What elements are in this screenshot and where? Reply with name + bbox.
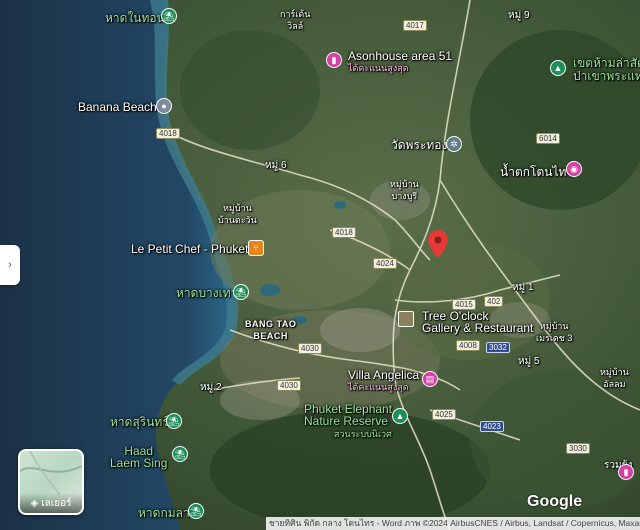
label-moo-ban-3: หมู่บ้าน เมรเดช 3 [536,321,573,343]
camera-icon[interactable]: ◉ [566,161,582,177]
beach-icon-kamala[interactable]: ⛱ [188,503,204,519]
road-shield-4018b: 4018 [332,227,356,238]
fork-knife-icon[interactable]: ⑂ [248,240,264,256]
label-villa-angelica[interactable]: Villa Angelica [348,369,419,381]
beach-icon-bang-tao[interactable]: ⛱ [233,284,249,300]
label-moo-9: หมู่ 9 [508,10,530,21]
google-logo: Google [527,493,583,510]
side-panel-toggle[interactable]: › [0,245,20,285]
location-pin-icon[interactable] [428,230,448,258]
label-le-petit-chef[interactable]: Le Petit Chef - Phuket [131,243,248,255]
label-tree-oclock[interactable]: Tree O'clock Gallery & Restaurant [422,310,533,334]
label-had-nai-thon[interactable]: หาดในทอน [105,12,165,24]
label-haad-laem-sing[interactable]: Haad Laem Sing [110,445,167,469]
label-asonhouse[interactable]: Asonhouse area 51 [348,50,452,62]
map-view[interactable]: หาดในทอน ⛱ Banana Beach ● การ์เด้น วิลล์… [0,0,640,530]
hotel-icon[interactable]: ▤ [422,371,438,387]
chevron-right-icon: › [8,259,12,271]
label-phuket-elephant[interactable]: Phuket Elephant Nature Reserve [304,403,392,427]
label-bang-tao-beach: BANG TAO BEACH [245,319,297,341]
label-moo-ban-tawan: หมู่บ้าน บ้านตะวัน [218,203,257,225]
road-shield-3030: 3030 [566,443,590,454]
shopping-icon[interactable]: ▮ [326,52,342,68]
road-shield-4015: 4015 [452,299,476,310]
beach-icon[interactable]: ⛱ [161,8,177,24]
road-shield-4023: 4023 [480,421,504,432]
road-shield-4030b: 4030 [277,380,301,391]
label-elephant-sub: สวนระบบนิเวศ [334,429,392,439]
label-moo-6: หมู่ 6 [265,160,287,171]
road-shield-4017: 4017 [403,20,427,31]
label-had-surin[interactable]: หาดสุรินทร์ [110,416,169,428]
layers-thumbnail [20,451,82,495]
label-moo-5: หมู่ 5 [518,356,540,367]
label-moo-2: หมู่ 2 [200,382,222,393]
beach-icon-surin[interactable]: ⛱ [166,413,182,429]
label-moo-ban-bang-buri: หมู่บ้าน บางบูรี [390,179,419,201]
road-shield-402: 402 [484,296,504,307]
tree-icon-elephant[interactable]: ▲ [392,408,408,424]
label-garden-ville[interactable]: การ์เด้น วิลล์ [280,8,310,32]
road-shield-4025: 4025 [432,409,456,420]
road-shield-4008: 4008 [456,340,480,351]
place-icon[interactable]: ● [156,98,172,114]
road-shield-4018: 4018 [156,128,180,139]
layers-icon: ◈ [30,497,39,509]
label-had-kamala[interactable]: หาดกมลา [138,507,190,519]
shopping-icon-right[interactable]: ▮ [618,464,634,480]
label-asonhouse-rating: ได้คะแนนสูงสุด [348,63,409,73]
label-moo-1: หมู่ 1 [512,282,534,293]
road-shield-6014: 6014 [536,133,560,144]
layers-label: เลเยอร์ [41,497,72,509]
label-wat-phra-thong[interactable]: วัดพระทอง [391,139,447,151]
gallery-icon[interactable] [398,311,414,327]
temple-icon[interactable]: ✲ [446,136,462,152]
label-villa-angelica-rating: ได้คะแนนสูงสุด [348,382,409,392]
satellite-imagery [0,0,640,530]
label-had-bang-tao[interactable]: หาดบางเทา [176,287,237,299]
tree-icon[interactable]: ▲ [550,60,566,76]
road-shield-4024: 4024 [373,258,397,269]
label-banana-beach[interactable]: Banana Beach [78,101,157,113]
label-khet-ham-la[interactable]: เขตห้ามล่าสัตว์ [573,57,640,69]
beach-icon-laem-sing[interactable]: ⛱ [172,446,188,462]
map-attribution[interactable]: ชายทิศิน พิกัด กลาง โดนไทร - Word ภาพ ©2… [266,517,640,530]
road-shield-3032: 3032 [486,342,510,353]
label-moo-ban-right: หมู่บ้าน อัลลม [600,367,629,389]
label-khao-phra-kaeo: ป่าเขาพระแทว [573,69,640,83]
layers-button[interactable]: ◈ เลเยอร์ [18,449,84,515]
road-shield-4030a: 4030 [298,343,322,354]
label-nam-tok-ton-sai[interactable]: น้ำตกโตนไทร [500,166,573,178]
